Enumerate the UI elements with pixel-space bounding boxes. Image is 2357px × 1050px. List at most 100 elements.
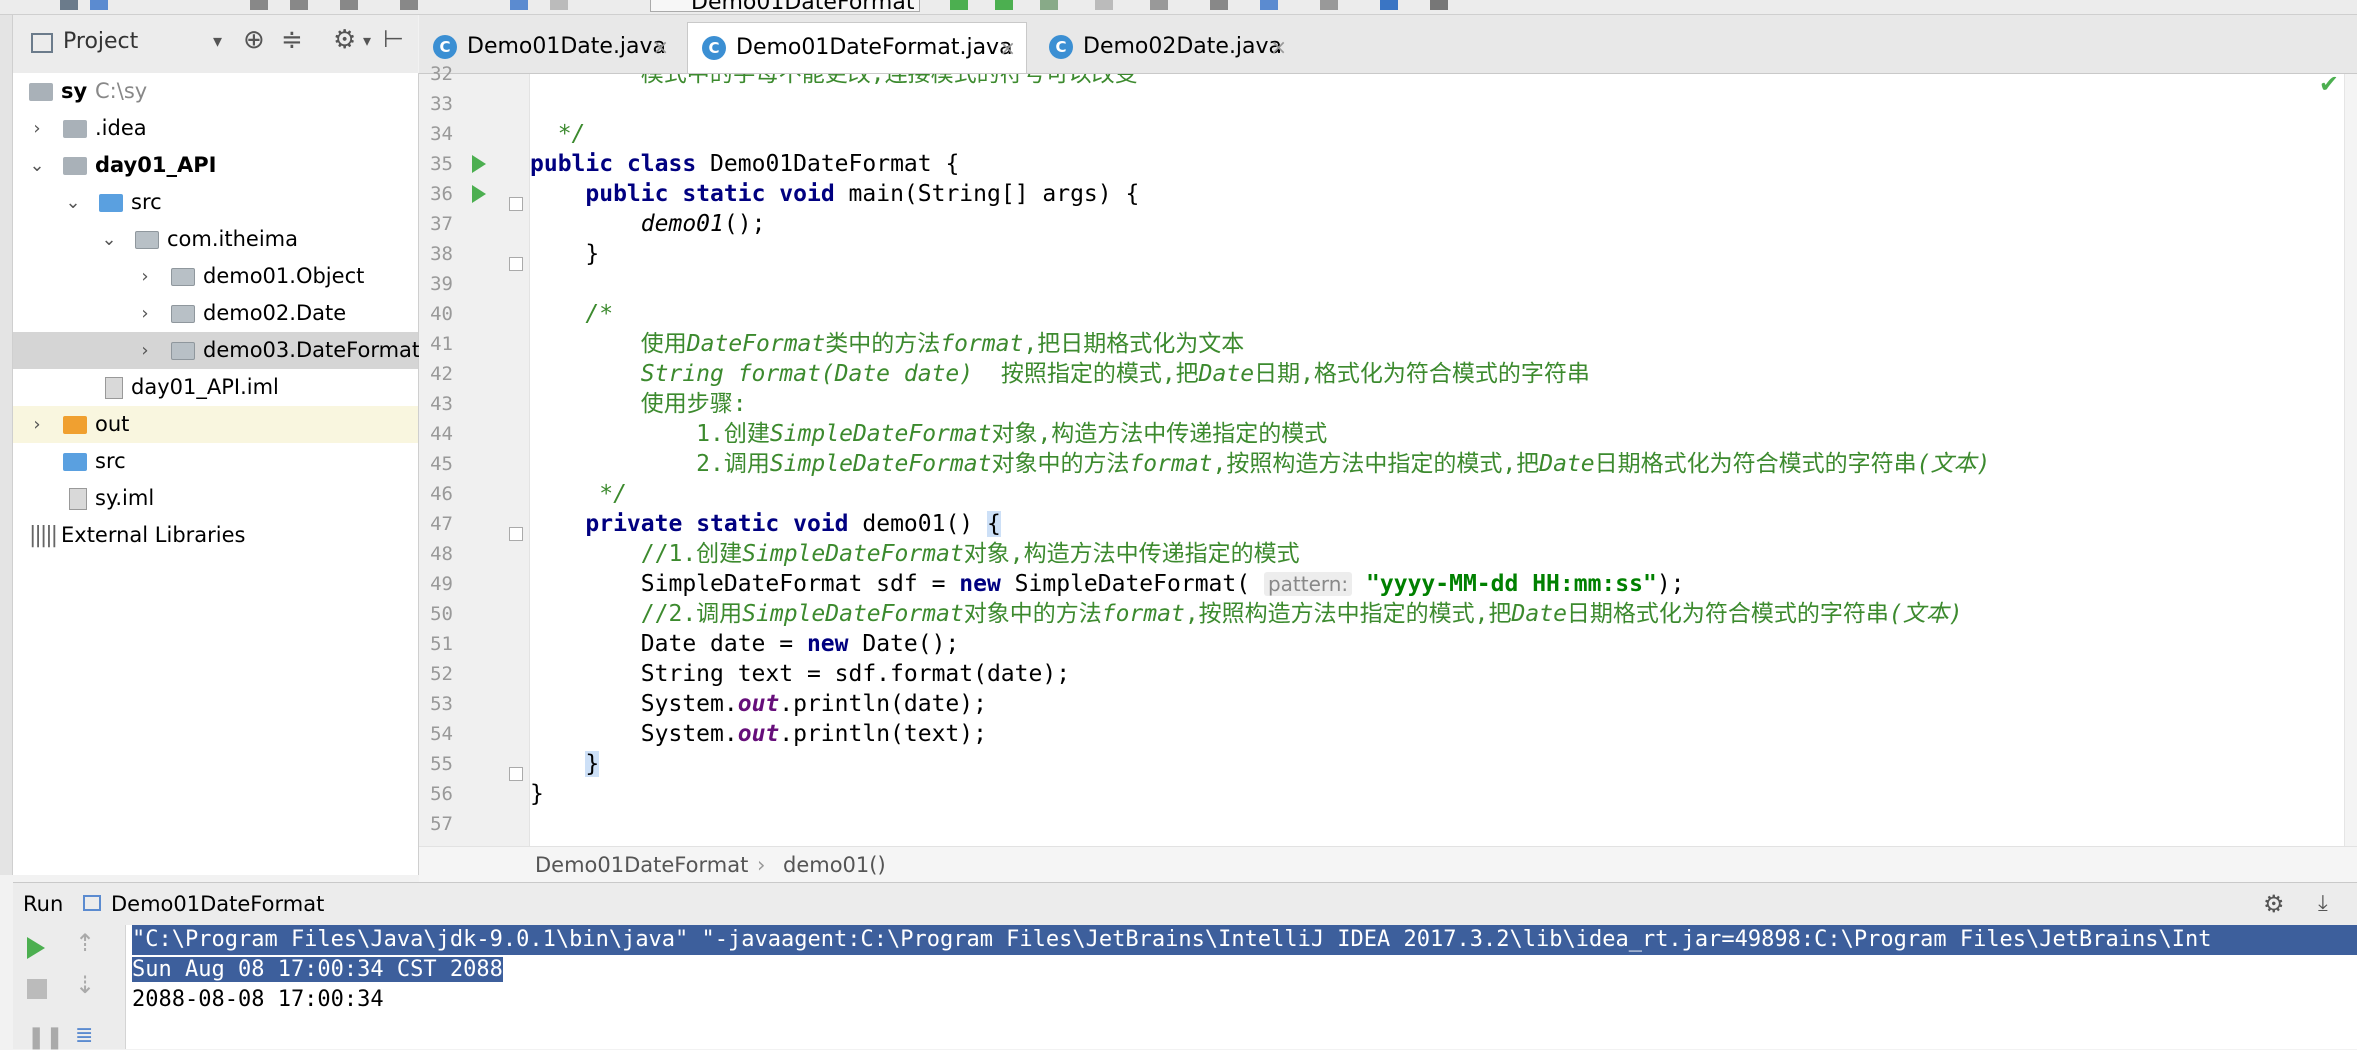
project-panel-title[interactable]: Project xyxy=(63,29,138,54)
tree-item-sy-iml[interactable]: sy.iml xyxy=(13,480,418,517)
chevron-down-icon[interactable]: ⌄ xyxy=(65,184,81,221)
code-line-52: String text = sdf.format(date); xyxy=(640,661,1071,687)
chevron-right-icon[interactable]: › xyxy=(137,332,153,369)
tab-demo01dateformat[interactable]: C Demo01DateFormat.java × xyxy=(687,22,1027,73)
run-console[interactable]: "C:\Program Files\Java\jdk-9.0.1\bin\jav… xyxy=(126,925,2357,1049)
run-config-icon xyxy=(83,895,101,911)
run-panel-label[interactable]: Run xyxy=(23,883,63,925)
chevron-right-icon[interactable]: › xyxy=(29,110,45,147)
run-class-icon[interactable] xyxy=(472,155,486,173)
collapse-all-icon[interactable]: ≑ xyxy=(281,25,303,55)
breadcrumb-method[interactable]: demo01() xyxy=(783,847,886,883)
coverage-icon[interactable] xyxy=(1040,0,1058,10)
project-structure-icon[interactable] xyxy=(1260,0,1278,10)
locate-icon[interactable]: ⊕ xyxy=(243,25,265,55)
tree-item-idea[interactable]: › .idea xyxy=(13,110,418,147)
code-line-34: */ xyxy=(530,121,586,147)
cut-icon[interactable] xyxy=(250,0,268,10)
find-icon[interactable] xyxy=(400,0,418,10)
fold-icon[interactable] xyxy=(509,527,523,541)
hide-panel-icon[interactable]: ⤓ xyxy=(2318,883,2328,925)
package-icon xyxy=(171,268,195,286)
sync-icon[interactable] xyxy=(90,0,108,10)
fold-icon[interactable] xyxy=(509,197,523,211)
tree-item-com-itheima[interactable]: ⌄ com.itheima xyxy=(13,221,418,258)
tree-item-src-root[interactable]: src xyxy=(13,443,418,480)
left-tool-strip[interactable] xyxy=(0,15,13,875)
fold-icon[interactable] xyxy=(509,257,523,271)
tree-item-label: .idea xyxy=(95,116,147,140)
help-icon[interactable] xyxy=(1380,0,1398,10)
tree-item-external-libraries[interactable]: ||||| External Libraries xyxy=(13,517,418,554)
chevron-right-icon[interactable]: › xyxy=(29,406,45,443)
close-icon[interactable]: × xyxy=(652,22,669,72)
stop-icon[interactable] xyxy=(27,979,47,999)
tree-item-src[interactable]: ⌄ src xyxy=(13,184,418,221)
chevron-right-icon[interactable]: › xyxy=(137,258,153,295)
code-line-35: public class Demo01DateFormat { xyxy=(530,151,960,177)
line-number: 37 xyxy=(430,213,453,235)
chevron-down-icon[interactable]: ⌄ xyxy=(29,147,45,184)
stop-icon[interactable] xyxy=(1095,0,1113,10)
tree-item-day01-api[interactable]: ⌄ day01_API xyxy=(13,147,418,184)
line-number: 33 xyxy=(430,93,453,115)
libraries-icon: ||||| xyxy=(29,523,58,548)
gear-icon[interactable]: ⚙ xyxy=(333,25,356,55)
tab-demo02date[interactable]: C Demo02Date.java × xyxy=(1035,22,1297,73)
forward-icon[interactable] xyxy=(550,0,568,10)
iml-file-icon xyxy=(69,488,87,510)
code-editor[interactable]: 模式中的字母不能更改,连接模式的符号可以改变 */ public class D… xyxy=(530,74,2357,846)
run-config-label[interactable]: Demo01DateFormat xyxy=(111,883,324,925)
gear-icon[interactable]: ⚙ xyxy=(2263,883,2285,925)
run-icon[interactable] xyxy=(950,0,968,10)
breadcrumb-class[interactable]: Demo01DateFormat xyxy=(535,847,748,883)
tab-demo01date[interactable]: C Demo01Date.java × xyxy=(419,22,679,73)
tree-item-demo03-dateformat[interactable]: › demo03.DateFormat xyxy=(13,332,420,369)
tree-item-day01-api-iml[interactable]: day01_API.iml xyxy=(13,369,418,406)
hide-panel-icon[interactable]: ⊢ xyxy=(383,25,404,53)
sdk-icon[interactable] xyxy=(1320,0,1338,10)
debug-icon[interactable] xyxy=(995,0,1013,10)
code-line-40: /* xyxy=(585,301,614,327)
tree-item-out[interactable]: › out xyxy=(13,406,418,443)
main-toolbar: Demo01DateFormat xyxy=(0,0,2357,15)
code-line-41: 使用DateFormat类中的方法format,把日期格式化为文本 xyxy=(640,331,1245,357)
gear-dropdown-icon[interactable]: ▾ xyxy=(363,31,371,50)
tree-item-sy[interactable]: sy C:\sy xyxy=(13,73,418,110)
tree-item-demo02-date[interactable]: › demo02.Date xyxy=(13,295,418,332)
arrow-down-icon[interactable]: ⇣ xyxy=(75,971,95,999)
code-line-48: //1.创建SimpleDateFormat对象,构造方法中传递指定的模式 xyxy=(640,541,1300,567)
close-icon[interactable]: × xyxy=(1270,22,1287,72)
project-tree: sy C:\sy › .idea ⌄ day01_API ⌄ src ⌄ com… xyxy=(13,73,420,875)
code-line-42: String format(Date date) 按照指定的模式,把Date日期… xyxy=(640,361,1590,387)
back-icon[interactable] xyxy=(510,0,528,10)
editor-scrollbar[interactable] xyxy=(2344,74,2357,846)
settings-icon[interactable] xyxy=(1210,0,1228,10)
tree-item-label: day01_API xyxy=(95,153,217,177)
chevron-down-icon[interactable]: ⌄ xyxy=(101,221,117,258)
close-icon[interactable]: × xyxy=(999,23,1016,73)
line-number: 44 xyxy=(430,423,453,445)
chevron-down-icon[interactable]: ▾ xyxy=(213,31,222,52)
save-icon[interactable] xyxy=(60,0,78,10)
line-number: 35 xyxy=(430,153,453,175)
run-main-icon[interactable] xyxy=(472,185,486,203)
soft-wrap-icon[interactable]: ≣ xyxy=(75,1023,93,1048)
build-icon[interactable] xyxy=(1150,0,1168,10)
package-icon xyxy=(171,342,195,360)
rerun-icon[interactable] xyxy=(27,937,45,959)
inspection-ok-icon[interactable]: ✔ xyxy=(2319,70,2339,98)
run-config-select[interactable]: Demo01DateFormat xyxy=(650,0,920,14)
tree-item-label: out xyxy=(95,412,130,436)
line-number: 55 xyxy=(430,753,453,775)
tree-item-demo01-object[interactable]: › demo01.Object xyxy=(13,258,418,295)
tree-item-label: sy.iml xyxy=(95,486,155,510)
pause-icon[interactable]: ❚❚ xyxy=(27,1025,64,1050)
fold-icon[interactable] xyxy=(509,767,523,781)
paste-icon[interactable] xyxy=(340,0,358,10)
console-line-command: "C:\Program Files\Java\jdk-9.0.1\bin\jav… xyxy=(132,925,2357,955)
arrow-up-icon[interactable]: ⇡ xyxy=(75,929,95,957)
copy-icon[interactable] xyxy=(290,0,308,10)
chevron-right-icon[interactable]: › xyxy=(137,295,153,332)
terminal-icon[interactable] xyxy=(1430,0,1448,10)
